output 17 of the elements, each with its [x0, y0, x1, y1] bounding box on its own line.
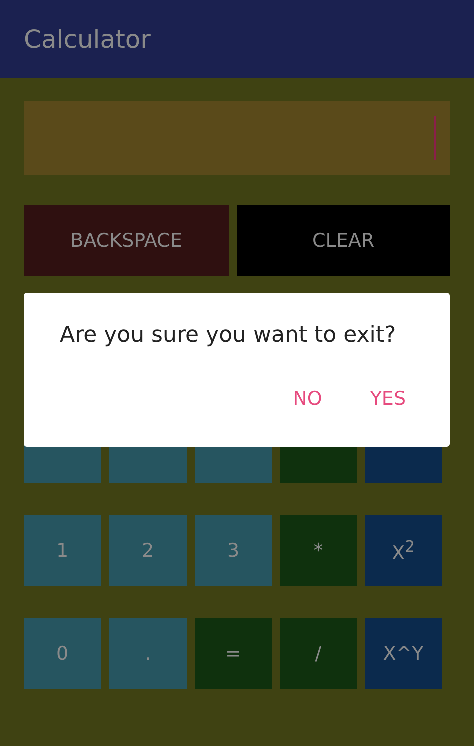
backspace-button[interactable]: BACKSPACE — [24, 205, 229, 276]
key-button[interactable]: X^Y — [365, 618, 442, 689]
display-field[interactable] — [24, 101, 450, 175]
dialog-button[interactable]: NO — [289, 384, 326, 414]
key-button[interactable]: / — [280, 618, 357, 689]
key-button[interactable]: X$^{2}$ — [365, 515, 442, 586]
key-button[interactable]: * — [280, 515, 357, 586]
key-button[interactable]: 1 — [24, 515, 101, 586]
app-title: Calculator — [24, 24, 151, 54]
dialog-button[interactable]: YES — [366, 384, 410, 414]
key-button[interactable]: . — [109, 618, 187, 689]
dialog-message: Are you sure you want to exit? — [60, 323, 398, 348]
key-button[interactable]: 2 — [109, 515, 187, 586]
key-button[interactable]: = — [195, 618, 272, 689]
clear-button[interactable]: CLEAR — [237, 205, 450, 276]
key-button[interactable]: 0 — [24, 618, 101, 689]
key-button[interactable]: 3 — [195, 515, 272, 586]
